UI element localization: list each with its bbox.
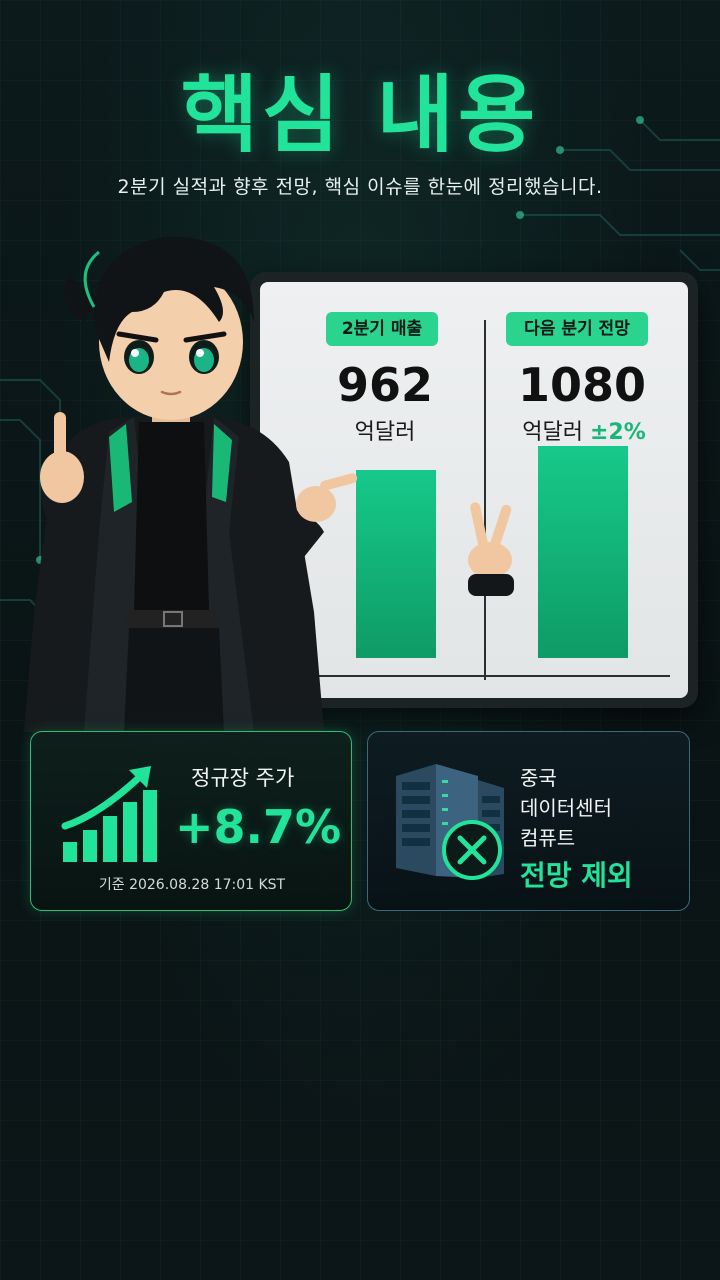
stock-price-card: 정규장 주가 +8.7% 기준 2026.08.28 17:01 KST bbox=[30, 731, 352, 911]
page-subtitle: 2분기 실적과 향후 전망, 핵심 이슈를 한눈에 정리했습니다. bbox=[117, 176, 603, 198]
stock-price-change: +8.7% bbox=[175, 800, 342, 854]
bar-next-quarter bbox=[538, 446, 628, 658]
character-illustration bbox=[24, 236, 358, 732]
forecast-range: ±2% bbox=[589, 420, 646, 445]
page: 핵심 내용 2분기 실적과 향후 전망, 핵심 이슈를 한눈에 정리했습니다. … bbox=[0, 0, 720, 1280]
next-quarter-value: 1080 bbox=[517, 358, 647, 412]
page-title: 핵심 내용 bbox=[180, 66, 540, 164]
china-line-1: 중국 bbox=[520, 766, 557, 790]
china-excluded-label: 전망 제외 bbox=[520, 859, 633, 892]
next-quarter-label: 다음 분기 전망 bbox=[506, 312, 648, 346]
growth-chart-icon bbox=[61, 766, 157, 862]
peace-sign-hand-icon bbox=[468, 502, 514, 596]
bar-q2-revenue bbox=[356, 470, 436, 658]
china-line-3: 컴퓨트 bbox=[520, 826, 576, 850]
china-line-2: 데이터센터 bbox=[520, 796, 612, 820]
stock-price-label: 정규장 주가 bbox=[191, 766, 295, 790]
chart-baseline bbox=[318, 675, 670, 677]
china-datacenter-card: 중국 데이터센터 컴퓨트 전망 제외 bbox=[367, 731, 690, 911]
server-rack-excluded-icon bbox=[396, 764, 504, 880]
stock-price-timestamp: 기준 2026.08.28 17:01 KST bbox=[98, 877, 286, 893]
next-quarter-unit: 억달러 ±2% bbox=[522, 420, 646, 445]
